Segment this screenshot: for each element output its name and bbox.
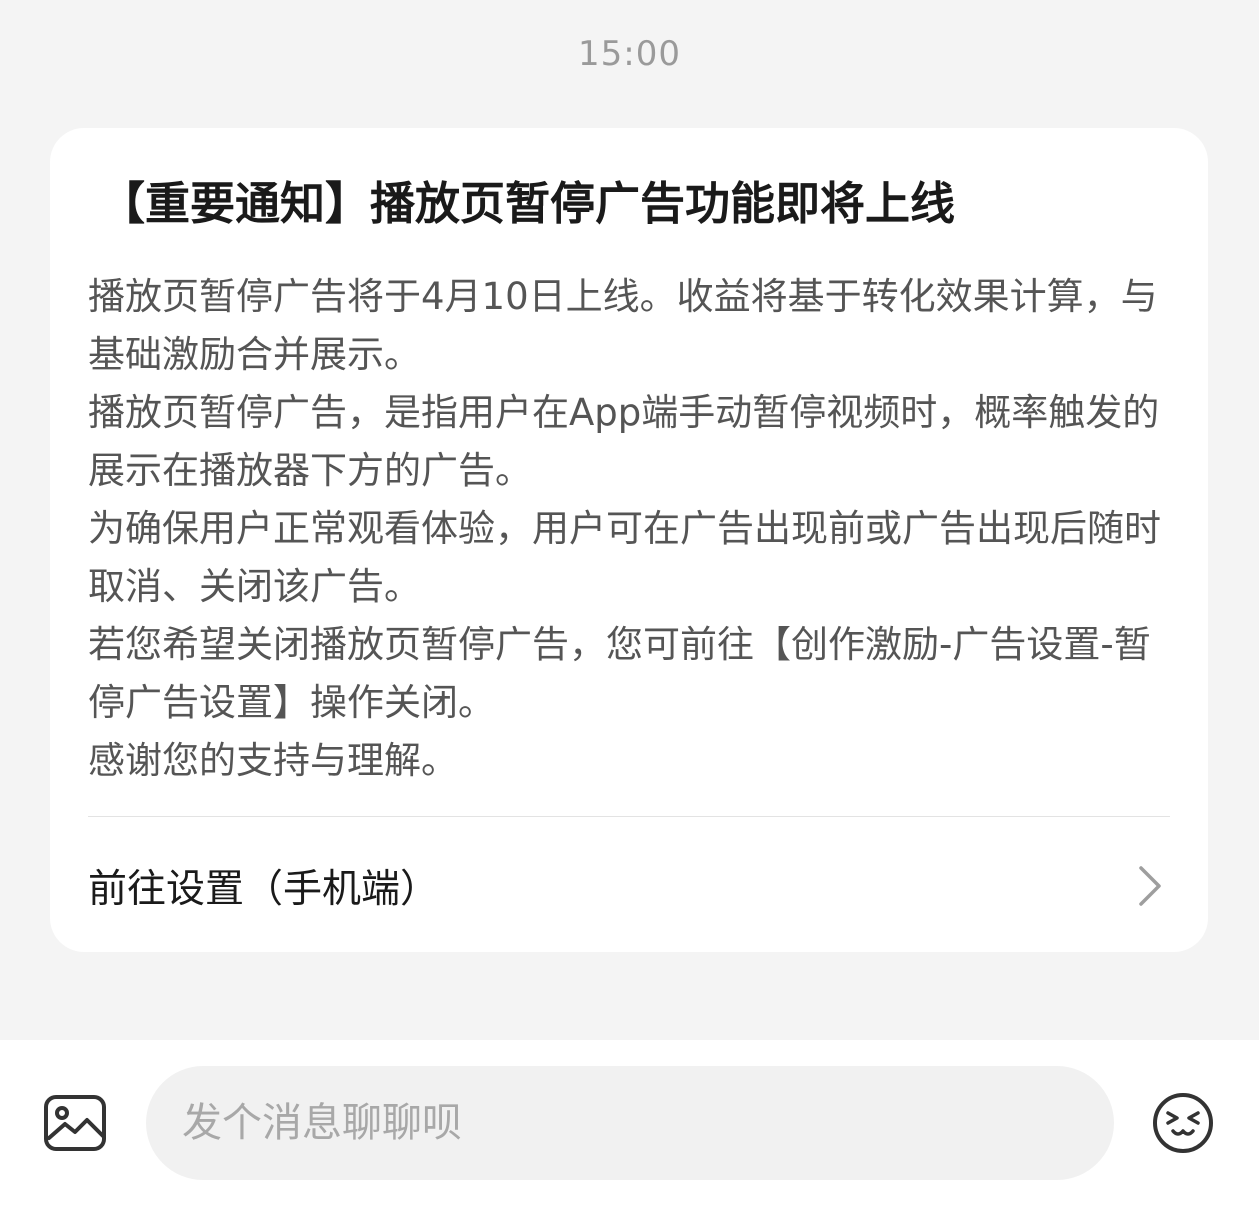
image-picker-button[interactable] [38, 1090, 112, 1160]
emoji-icon [1151, 1091, 1215, 1159]
notice-card: 【重要通知】播放页暂停广告功能即将上线 播放页暂停广告将于4月10日上线。收益将… [50, 128, 1208, 952]
notice-paragraph: 若您希望关闭播放页暂停广告，您可前往【创作激励-广告设置-暂停广告设置】操作关闭… [88, 623, 1151, 724]
notice-title: 【重要通知】播放页暂停广告功能即将上线 [100, 177, 956, 230]
go-to-settings-link[interactable]: 前往设置（手机端） [88, 840, 1170, 932]
go-to-settings-label: 前往设置（手机端） [88, 867, 440, 912]
message-input[interactable] [146, 1066, 1114, 1180]
notice-paragraph: 播放页暂停广告将于4月10日上线。收益将基于转化效果计算，与基础激励合并展示。 [88, 275, 1158, 376]
image-icon [43, 1094, 107, 1156]
notice-paragraph: 感谢您的支持与理解。 [88, 739, 458, 782]
notice-divider [88, 816, 1170, 817]
notice-paragraph: 播放页暂停广告，是指用户在App端手动暂停视频时，概率触发的展示在播放器下方的广… [88, 391, 1160, 492]
message-composer [0, 1040, 1259, 1221]
chevron-right-icon [1130, 860, 1170, 912]
notice-body: 播放页暂停广告将于4月10日上线。收益将基于转化效果计算，与基础激励合并展示。 … [88, 268, 1170, 790]
emoji-picker-button[interactable] [1148, 1090, 1218, 1160]
message-timestamp: 15:00 [578, 34, 681, 74]
notice-paragraph: 为确保用户正常观看体验，用户可在广告出现前或广告出现后随时取消、关闭该广告。 [88, 507, 1161, 608]
